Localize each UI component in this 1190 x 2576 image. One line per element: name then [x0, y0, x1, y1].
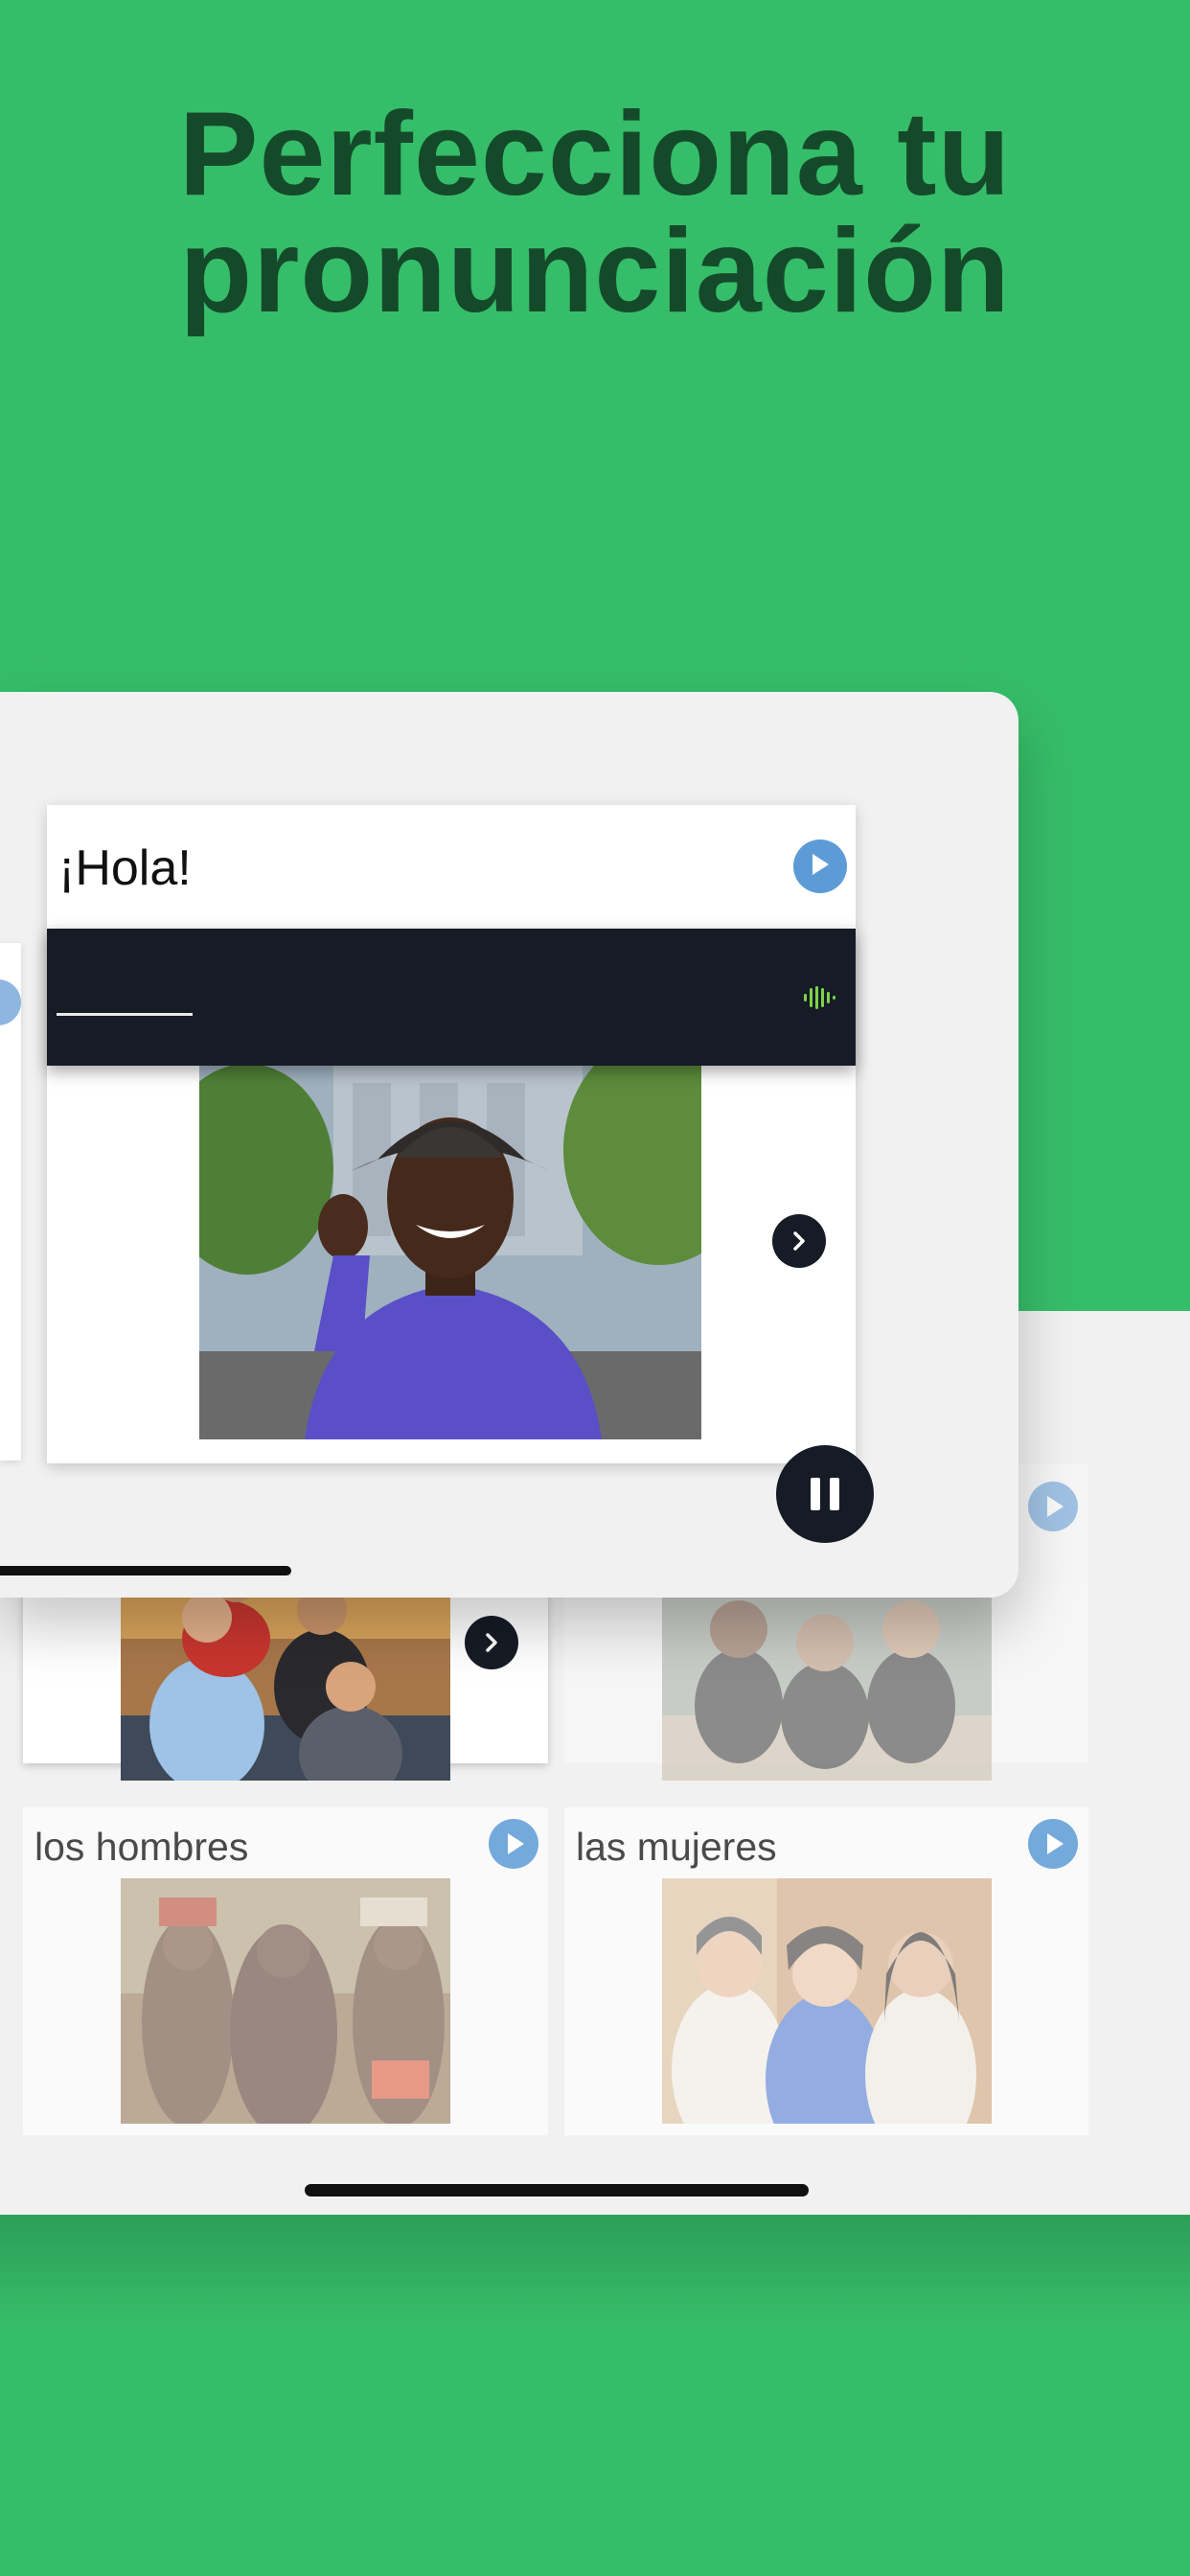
lesson-screen: ¡Hola! — [0, 692, 1018, 1598]
girls-photo — [662, 1572, 992, 1781]
home-indicator — [305, 2184, 809, 2196]
pause-icon-bar — [830, 1478, 839, 1510]
women-photo-illustration — [662, 1878, 992, 2124]
men-photo — [121, 1878, 450, 2124]
vocab-tile[interactable]: los hombres — [23, 1807, 548, 2135]
headline-line-2: pronunciación — [179, 205, 1011, 337]
device-shadow — [0, 2215, 1190, 2330]
pause-button[interactable] — [776, 1445, 874, 1543]
girls-photo-illustration — [662, 1572, 992, 1781]
headline: Perfecciona tu pronunciación — [0, 88, 1190, 337]
play-icon[interactable] — [1028, 1819, 1078, 1869]
chevron-right-icon[interactable] — [465, 1616, 518, 1669]
vocab-tile[interactable]: las mujeres — [564, 1807, 1088, 2135]
play-icon[interactable] — [1028, 1482, 1078, 1531]
progress-bar — [0, 1566, 291, 1576]
tile-label: las mujeres — [576, 1825, 777, 1869]
speech-answer-bar[interactable] — [47, 929, 856, 1066]
play-icon[interactable] — [793, 840, 847, 893]
play-icon[interactable] — [489, 1819, 538, 1869]
women-photo — [662, 1878, 992, 2124]
men-photo-illustration — [121, 1878, 450, 2124]
boys-photo-illustration — [121, 1572, 450, 1781]
lesson-phrase: ¡Hola! — [58, 840, 192, 896]
tile-label: los hombres — [34, 1825, 249, 1869]
lesson-card: ¡Hola! — [47, 805, 856, 1463]
boys-photo — [121, 1572, 450, 1781]
chevron-right-icon[interactable] — [772, 1214, 826, 1268]
answer-input-line — [57, 1013, 193, 1016]
headline-line-1: Perfecciona tu — [178, 88, 1012, 220]
pause-icon — [811, 1478, 820, 1510]
audio-wave-icon[interactable] — [802, 984, 836, 1011]
man-photo-illustration — [199, 1064, 701, 1439]
man-photo — [199, 1064, 701, 1439]
